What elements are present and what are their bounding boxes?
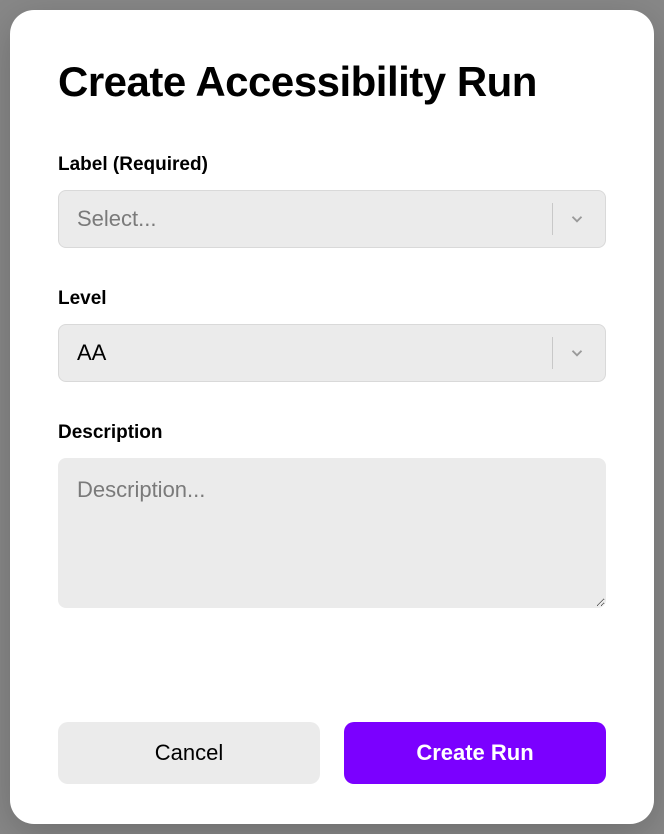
level-field-label: Level	[58, 288, 606, 310]
cancel-button[interactable]: Cancel	[58, 722, 320, 784]
description-textarea[interactable]	[58, 458, 606, 608]
level-select[interactable]: AA	[58, 324, 606, 382]
select-divider	[552, 337, 553, 369]
modal-title: Create Accessibility Run	[58, 58, 606, 106]
label-field-label: Label (Required)	[58, 154, 606, 176]
label-select-value: Select...	[77, 206, 552, 232]
chevron-down-icon	[567, 343, 587, 363]
create-accessibility-run-modal: Create Accessibility Run Label (Required…	[10, 10, 654, 824]
chevron-down-icon	[567, 209, 587, 229]
label-select[interactable]: Select...	[58, 190, 606, 248]
field-label: Label (Required) Select...	[58, 154, 606, 248]
level-select-value: AA	[77, 340, 552, 366]
field-level: Level AA	[58, 288, 606, 382]
modal-footer: Cancel Create Run	[58, 722, 606, 784]
field-description: Description	[58, 422, 606, 613]
select-divider	[552, 203, 553, 235]
description-field-label: Description	[58, 422, 606, 444]
create-run-button[interactable]: Create Run	[344, 722, 606, 784]
